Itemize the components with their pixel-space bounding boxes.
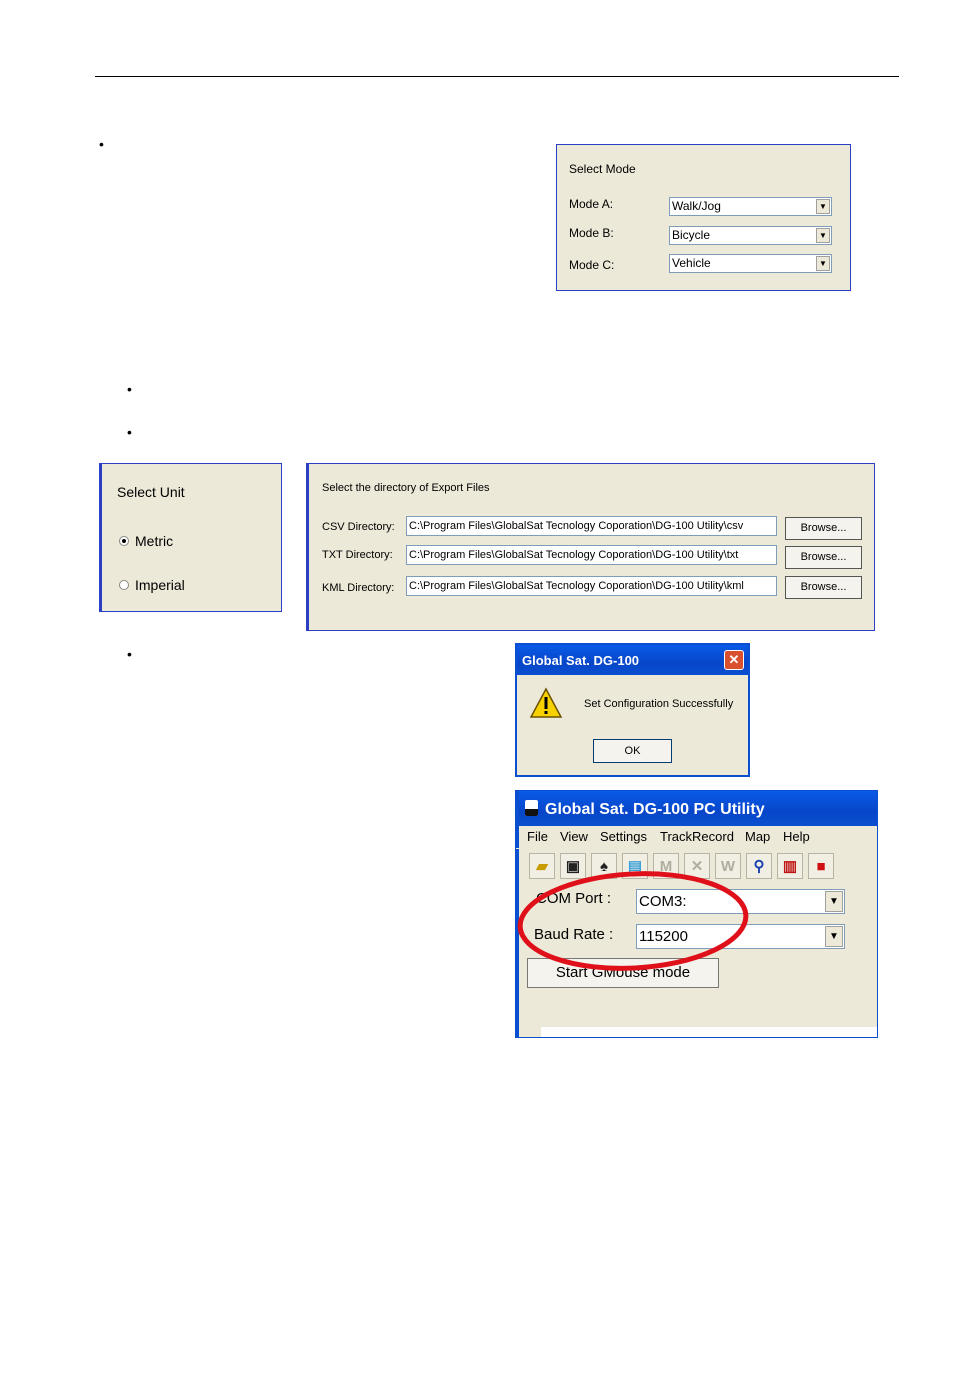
- export-title: Select the directory of Export Files: [322, 482, 490, 494]
- kml-browse-button[interactable]: Browse...: [785, 576, 862, 599]
- export-directory-panel: Select the directory of Export Files CSV…: [306, 463, 875, 631]
- csv-browse-button[interactable]: Browse...: [785, 517, 862, 540]
- csv-label: CSV Directory:: [322, 521, 395, 533]
- txt-directory-input[interactable]: C:\Program Files\GlobalSat Tecnology Cop…: [406, 545, 777, 565]
- menu-map[interactable]: Map: [745, 829, 770, 844]
- select-unit-panel: Select Unit Metric Imperial: [99, 463, 282, 612]
- menu-settings[interactable]: Settings: [600, 829, 647, 844]
- mode-c-value: Vehicle: [672, 256, 711, 270]
- mode-b-select[interactable]: Bicycle ▼: [669, 226, 832, 245]
- menu-trackrecord[interactable]: TrackRecord: [660, 829, 734, 844]
- message-box-title: Global Sat. DG-100: [522, 653, 640, 668]
- bullet-3: •: [127, 424, 132, 440]
- app-icon: [525, 800, 538, 816]
- mode-c-select[interactable]: Vehicle ▼: [669, 254, 832, 273]
- app-title: Global Sat. DG-100 PC Utility: [545, 801, 765, 818]
- csv-directory-input[interactable]: C:\Program Files\GlobalSat Tecnology Cop…: [406, 516, 777, 536]
- metric-label[interactable]: Metric: [135, 533, 173, 549]
- header-rule: [95, 76, 899, 77]
- highlight-ellipse: [517, 871, 749, 971]
- app-titlebar: Global Sat. DG-100 PC Utility: [516, 791, 877, 826]
- mode-a-value: Walk/Jog: [672, 199, 721, 213]
- chevron-down-icon[interactable]: ▼: [825, 891, 843, 912]
- imperial-label[interactable]: Imperial: [135, 577, 185, 593]
- mode-b-label: Mode B:: [569, 226, 614, 240]
- content-area: [541, 1027, 877, 1037]
- txt-browse-button[interactable]: Browse...: [785, 546, 862, 569]
- select-unit-title: Select Unit: [117, 484, 185, 500]
- bars-icon[interactable]: ▥: [777, 853, 803, 879]
- menu-bar: File View Settings TrackRecord Map Help: [516, 826, 877, 848]
- metric-radio[interactable]: [119, 536, 129, 546]
- record-icon[interactable]: ■: [808, 853, 834, 879]
- menu-file[interactable]: File: [527, 829, 548, 844]
- message-box: Global Sat. DG-100 ✕ Set Configuration S…: [515, 643, 750, 777]
- chevron-down-icon[interactable]: ▼: [816, 228, 830, 243]
- kml-directory-input[interactable]: C:\Program Files\GlobalSat Tecnology Cop…: [406, 576, 777, 596]
- mode-b-value: Bicycle: [672, 228, 711, 242]
- message-box-titlebar: Global Sat. DG-100 ✕: [517, 645, 748, 675]
- menu-help[interactable]: Help: [783, 829, 810, 844]
- bullet-4: •: [127, 646, 132, 662]
- select-mode-title: Select Mode: [569, 162, 636, 176]
- ok-button[interactable]: OK: [593, 739, 672, 763]
- mode-a-label: Mode A:: [569, 197, 614, 211]
- bullet-1: •: [99, 136, 104, 152]
- close-icon[interactable]: ✕: [724, 650, 744, 670]
- chevron-down-icon[interactable]: ▼: [825, 926, 843, 947]
- chevron-down-icon[interactable]: ▼: [816, 256, 830, 271]
- menu-view[interactable]: View: [560, 829, 588, 844]
- kml-label: KML Directory:: [322, 582, 395, 594]
- select-mode-panel: Select Mode Mode A: Walk/Jog ▼ Mode B: B…: [556, 144, 851, 291]
- message-text: Set Configuration Successfully: [584, 698, 734, 710]
- bullet-2: •: [127, 381, 132, 397]
- mode-a-select[interactable]: Walk/Jog ▼: [669, 197, 832, 216]
- chevron-down-icon[interactable]: ▼: [816, 199, 830, 214]
- mode-c-label: Mode C:: [569, 258, 615, 272]
- imperial-radio[interactable]: [119, 580, 129, 590]
- warning-icon: [529, 687, 563, 718]
- txt-label: TXT Directory:: [322, 549, 393, 561]
- app-window: Global Sat. DG-100 PC Utility File View …: [515, 790, 878, 1038]
